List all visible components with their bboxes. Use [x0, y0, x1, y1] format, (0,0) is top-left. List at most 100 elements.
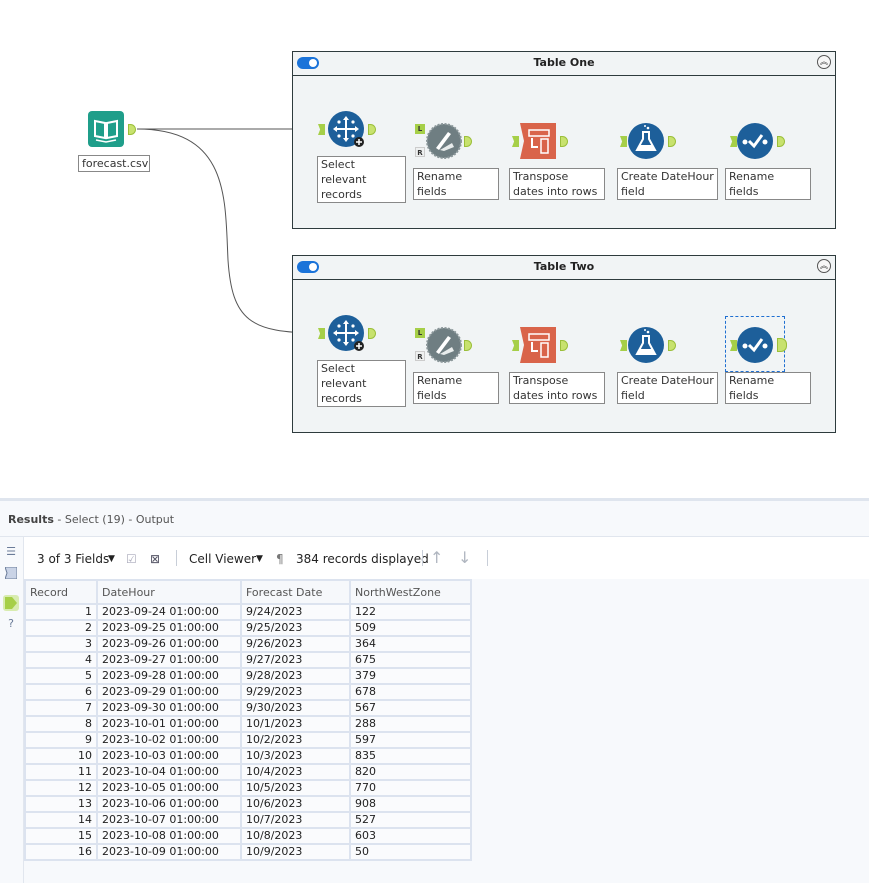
cell-record[interactable]: 10	[24, 747, 98, 765]
cell-forecast-date[interactable]: 9/27/2023	[240, 651, 351, 669]
cell-forecast-date[interactable]: 9/24/2023	[240, 603, 351, 621]
cell-datehour[interactable]: 2023-10-05 01:00:00	[96, 779, 242, 797]
right-input-anchor[interactable]: R	[415, 351, 425, 361]
transpose-tool[interactable]	[520, 327, 556, 363]
cell-datehour[interactable]: 2023-10-06 01:00:00	[96, 795, 242, 813]
table-row[interactable]: 14 2023-10-07 01:00:00 10/7/2023 527	[24, 811, 472, 829]
table-row[interactable]: 13 2023-10-06 01:00:00 10/6/2023 908	[24, 795, 472, 813]
table-row[interactable]: 2 2023-09-25 01:00:00 9/25/2023 509	[24, 619, 472, 637]
cell-record[interactable]: 6	[24, 683, 98, 701]
cell-northwestzone[interactable]: 597	[349, 731, 472, 749]
formula-tool[interactable]	[426, 123, 462, 159]
cell-record[interactable]: 13	[24, 795, 98, 813]
cell-record[interactable]: 14	[24, 811, 98, 829]
cell-forecast-date[interactable]: 10/3/2023	[240, 747, 351, 765]
cell-datehour[interactable]: 2023-10-08 01:00:00	[96, 827, 242, 845]
select-records-tool[interactable]	[328, 111, 364, 147]
checkbox-icon[interactable]: ☑	[126, 552, 137, 566]
chevron-down-icon[interactable]: ▼	[256, 554, 263, 564]
right-input-anchor[interactable]: R	[415, 147, 425, 157]
workflow-canvas[interactable]: forecast.csv Table One ︽ Table Two ︽ Sel…	[0, 0, 869, 498]
table-row[interactable]: 11 2023-10-04 01:00:00 10/4/2023 820	[24, 763, 472, 781]
cell-datehour[interactable]: 2023-10-01 01:00:00	[96, 715, 242, 733]
cell-forecast-date[interactable]: 10/9/2023	[240, 843, 351, 861]
left-input-anchor[interactable]: L	[415, 124, 425, 134]
select-tool-selected[interactable]	[737, 327, 773, 363]
cell-record[interactable]: 16	[24, 843, 98, 861]
table-row[interactable]: 1 2023-09-24 01:00:00 9/24/2023 122	[24, 603, 472, 621]
cell-datehour[interactable]: 2023-09-27 01:00:00	[96, 651, 242, 669]
cell-record[interactable]: 4	[24, 651, 98, 669]
cell-record[interactable]: 8	[24, 715, 98, 733]
cell-record[interactable]: 3	[24, 635, 98, 653]
cell-forecast-date[interactable]: 10/5/2023	[240, 779, 351, 797]
cell-forecast-date[interactable]: 9/28/2023	[240, 667, 351, 685]
cell-record[interactable]: 15	[24, 827, 98, 845]
cell-record[interactable]: 1	[24, 603, 98, 621]
formula-datehour-tool[interactable]	[628, 327, 664, 363]
cell-record[interactable]: 2	[24, 619, 98, 637]
cell-forecast-date[interactable]: 10/4/2023	[240, 763, 351, 781]
table-row[interactable]: 7 2023-09-30 01:00:00 9/30/2023 567	[24, 699, 472, 717]
cell-record[interactable]: 12	[24, 779, 98, 797]
table-row[interactable]: 6 2023-09-29 01:00:00 9/29/2023 678	[24, 683, 472, 701]
cell-datehour[interactable]: 2023-10-09 01:00:00	[96, 843, 242, 861]
column-header-northwestzone[interactable]: NorthWestZone	[349, 579, 472, 605]
cell-datehour[interactable]: 2023-10-03 01:00:00	[96, 747, 242, 765]
fields-dropdown[interactable]: 3 of 3 Fields	[37, 552, 109, 566]
select-tool[interactable]	[737, 123, 773, 159]
cell-northwestzone[interactable]: 364	[349, 635, 472, 653]
cell-forecast-date[interactable]: 9/30/2023	[240, 699, 351, 717]
arrow-down-icon[interactable]: ↓	[458, 548, 471, 567]
table-row[interactable]: 16 2023-10-09 01:00:00 10/9/2023 50	[24, 843, 472, 861]
cell-datehour[interactable]: 2023-09-30 01:00:00	[96, 699, 242, 717]
table-row[interactable]: 4 2023-09-27 01:00:00 9/27/2023 675	[24, 651, 472, 669]
cell-datehour[interactable]: 2023-10-07 01:00:00	[96, 811, 242, 829]
cell-datehour[interactable]: 2023-09-28 01:00:00	[96, 667, 242, 685]
cell-forecast-date[interactable]: 9/29/2023	[240, 683, 351, 701]
list-icon[interactable]: ☰	[4, 545, 18, 559]
cell-datehour[interactable]: 2023-09-25 01:00:00	[96, 619, 242, 637]
cell-datehour[interactable]: 2023-09-26 01:00:00	[96, 635, 242, 653]
cell-northwestzone[interactable]: 603	[349, 827, 472, 845]
table-row[interactable]: 10 2023-10-03 01:00:00 10/3/2023 835	[24, 747, 472, 765]
cell-datehour[interactable]: 2023-10-02 01:00:00	[96, 731, 242, 749]
cell-datehour[interactable]: 2023-09-29 01:00:00	[96, 683, 242, 701]
table-row[interactable]: 9 2023-10-02 01:00:00 10/2/2023 597	[24, 731, 472, 749]
cell-record[interactable]: 5	[24, 667, 98, 685]
cell-forecast-date[interactable]: 9/25/2023	[240, 619, 351, 637]
cell-northwestzone[interactable]: 509	[349, 619, 472, 637]
cell-record[interactable]: 11	[24, 763, 98, 781]
cell-northwestzone[interactable]: 527	[349, 811, 472, 829]
arrow-up-icon[interactable]: ↑	[430, 548, 443, 567]
cell-record[interactable]: 9	[24, 731, 98, 749]
cell-forecast-date[interactable]: 10/2/2023	[240, 731, 351, 749]
cell-northwestzone[interactable]: 122	[349, 603, 472, 621]
table-row[interactable]: 12 2023-10-05 01:00:00 10/5/2023 770	[24, 779, 472, 797]
column-header-datehour[interactable]: DateHour	[96, 579, 242, 605]
column-header-record[interactable]: Record	[24, 579, 98, 605]
pilcrow-icon[interactable]: ¶	[276, 552, 284, 566]
cell-northwestzone[interactable]: 288	[349, 715, 472, 733]
cell-forecast-date[interactable]: 10/1/2023	[240, 715, 351, 733]
chevron-down-icon[interactable]: ▼	[108, 554, 115, 564]
data-output-icon[interactable]	[3, 595, 19, 611]
collapse-icon[interactable]: ︽	[817, 259, 831, 273]
table-row[interactable]: 8 2023-10-01 01:00:00 10/1/2023 288	[24, 715, 472, 733]
select-records-tool[interactable]	[328, 315, 364, 351]
collapse-icon[interactable]: ︽	[817, 55, 831, 69]
formula-tool[interactable]	[426, 327, 462, 363]
cell-northwestzone[interactable]: 678	[349, 683, 472, 701]
column-header-forecast-date[interactable]: Forecast Date	[240, 579, 351, 605]
output-anchor[interactable]	[777, 338, 787, 352]
cell-northwestzone[interactable]: 908	[349, 795, 472, 813]
cell-datehour[interactable]: 2023-10-04 01:00:00	[96, 763, 242, 781]
left-input-anchor[interactable]: L	[415, 328, 425, 338]
transpose-tool[interactable]	[520, 123, 556, 159]
cell-viewer-dropdown[interactable]: Cell Viewer	[189, 552, 256, 566]
table-row[interactable]: 5 2023-09-28 01:00:00 9/28/2023 379	[24, 667, 472, 685]
cell-northwestzone[interactable]: 567	[349, 699, 472, 717]
cell-forecast-date[interactable]: 9/26/2023	[240, 635, 351, 653]
cell-northwestzone[interactable]: 675	[349, 651, 472, 669]
table-row[interactable]: 3 2023-09-26 01:00:00 9/26/2023 364	[24, 635, 472, 653]
